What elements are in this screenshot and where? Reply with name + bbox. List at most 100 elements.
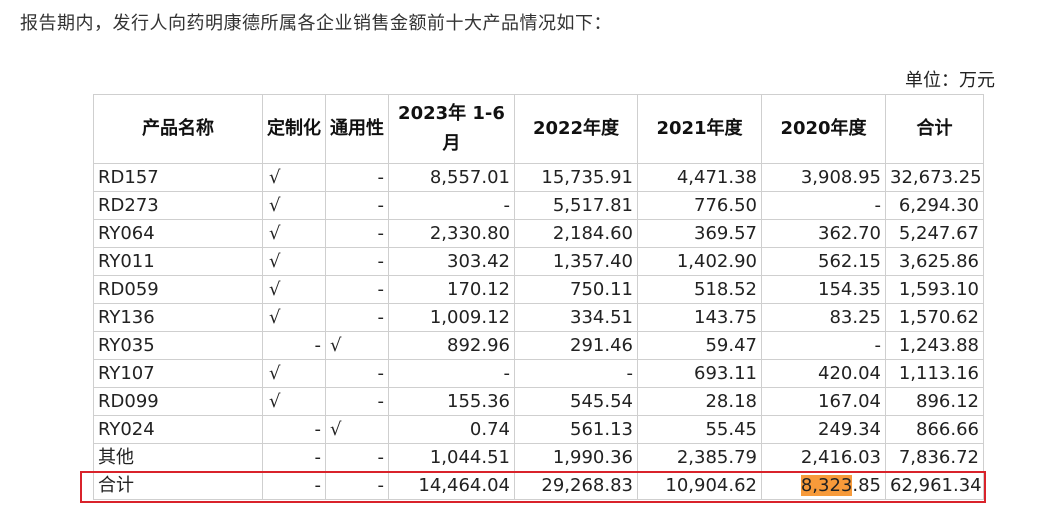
total-row: 合计 - - 14,464.04 29,268.83 10,904.62 8,3… bbox=[93, 471, 984, 500]
cell-2022: 1,357.40 bbox=[514, 247, 638, 276]
cell-2021: 10,904.62 bbox=[637, 471, 762, 500]
cell-2022: 334.51 bbox=[514, 303, 638, 332]
cell-2023h1: 892.96 bbox=[388, 331, 515, 360]
cell-2020: 562.15 bbox=[761, 247, 886, 276]
table-row: RY011 √ - 303.42 1,357.40 1,402.90 562.1… bbox=[93, 247, 984, 276]
cell-2023h1: 1,009.12 bbox=[388, 303, 515, 332]
cell-2021: 776.50 bbox=[637, 191, 762, 220]
cell-2021: 1,402.90 bbox=[637, 247, 762, 276]
cell-name: RY011 bbox=[93, 247, 263, 276]
cell-2023h1: 155.36 bbox=[388, 387, 515, 416]
cell-name: RY107 bbox=[93, 359, 263, 388]
cell-2021: 59.47 bbox=[637, 331, 762, 360]
cell-2021: 369.57 bbox=[637, 219, 762, 248]
cell-name: 合计 bbox=[93, 471, 263, 500]
cell-2023h1: - bbox=[388, 191, 515, 220]
cell-sum: 896.12 bbox=[885, 387, 984, 416]
cell-2023h1: 303.42 bbox=[388, 247, 515, 276]
cell-name: RY035 bbox=[93, 331, 263, 360]
header-2020: 2020年度 bbox=[761, 94, 886, 164]
cell-custom: √ bbox=[262, 359, 326, 388]
cell-2022: 1,990.36 bbox=[514, 443, 638, 472]
cell-name: RY024 bbox=[93, 415, 263, 444]
cell-2020: 154.35 bbox=[761, 275, 886, 304]
cell-2020-rest: .85 bbox=[852, 475, 881, 496]
cell-custom: - bbox=[262, 443, 326, 472]
table-row: RY064 √ - 2,330.80 2,184.60 369.57 362.7… bbox=[93, 219, 984, 248]
cell-2023h1: 1,044.51 bbox=[388, 443, 515, 472]
cell-name: RY136 bbox=[93, 303, 263, 332]
cell-general: - bbox=[325, 275, 389, 304]
cell-custom: - bbox=[262, 415, 326, 444]
cell-2022: 561.13 bbox=[514, 415, 638, 444]
cell-2023h1: 170.12 bbox=[388, 275, 515, 304]
cell-sum: 7,836.72 bbox=[885, 443, 984, 472]
cell-general: - bbox=[325, 443, 389, 472]
cell-general: - bbox=[325, 163, 389, 192]
cell-custom: √ bbox=[262, 387, 326, 416]
cell-general: - bbox=[325, 247, 389, 276]
intro-text: 报告期内，发行人向药明康德所属各企业销售金额前十大产品情况如下： bbox=[20, 13, 612, 34]
table-row: RY107 √ - - - 693.11 420.04 1,113.16 bbox=[93, 359, 984, 388]
table-row: RD157 √ - 8,557.01 15,735.91 4,471.38 3,… bbox=[93, 163, 984, 192]
cell-2021: 693.11 bbox=[637, 359, 762, 388]
cell-2021: 2,385.79 bbox=[637, 443, 762, 472]
cell-general: - bbox=[325, 191, 389, 220]
header-2023h1: 2023年 1-6月 bbox=[388, 94, 515, 164]
cell-name: RY064 bbox=[93, 219, 263, 248]
table-row: RD099 √ - 155.36 545.54 28.18 167.04 896… bbox=[93, 387, 984, 416]
cell-general: - bbox=[325, 359, 389, 388]
cell-2022: 750.11 bbox=[514, 275, 638, 304]
search-highlight: 8,323 bbox=[800, 475, 853, 496]
header-product-name: 产品名称 bbox=[93, 94, 263, 164]
cell-2020: 83.25 bbox=[761, 303, 886, 332]
cell-general: - bbox=[325, 303, 389, 332]
header-total: 合计 bbox=[885, 94, 984, 164]
header-2022: 2022年度 bbox=[514, 94, 638, 164]
cell-name: RD099 bbox=[93, 387, 263, 416]
cell-2023h1: - bbox=[388, 359, 515, 388]
cell-sum: 3,625.86 bbox=[885, 247, 984, 276]
cell-2022: 15,735.91 bbox=[514, 163, 638, 192]
cell-2021: 28.18 bbox=[637, 387, 762, 416]
cell-2022: 545.54 bbox=[514, 387, 638, 416]
table-row: RY024 - √ 0.74 561.13 55.45 249.34 866.6… bbox=[93, 415, 984, 444]
cell-custom: - bbox=[262, 471, 326, 500]
cell-2020: 167.04 bbox=[761, 387, 886, 416]
cell-sum: 1,243.88 bbox=[885, 331, 984, 360]
unit-label: 单位：万元 bbox=[905, 70, 995, 91]
cell-2020: 3,908.95 bbox=[761, 163, 886, 192]
header-custom: 定制化 bbox=[262, 94, 326, 164]
cell-2020: - bbox=[761, 191, 886, 220]
cell-custom: √ bbox=[262, 247, 326, 276]
header-row: 产品名称 定制化 通用性 2023年 1-6月 2022年度 2021年度 20… bbox=[93, 94, 984, 164]
cell-2020: 8,323.85 bbox=[761, 471, 886, 500]
header-general: 通用性 bbox=[325, 94, 389, 164]
cell-custom: √ bbox=[262, 163, 326, 192]
cell-sum: 1,593.10 bbox=[885, 275, 984, 304]
cell-general: √ bbox=[325, 331, 389, 360]
cell-general: - bbox=[325, 387, 389, 416]
table-row: 其他 - - 1,044.51 1,990.36 2,385.79 2,416.… bbox=[93, 443, 984, 472]
cell-2021: 4,471.38 bbox=[637, 163, 762, 192]
table-row: RY035 - √ 892.96 291.46 59.47 - 1,243.88 bbox=[93, 331, 984, 360]
table-row: RD059 √ - 170.12 750.11 518.52 154.35 1,… bbox=[93, 275, 984, 304]
cell-sum: 62,961.34 bbox=[885, 471, 984, 500]
cell-2020: - bbox=[761, 331, 886, 360]
sales-table: 产品名称 定制化 通用性 2023年 1-6月 2022年度 2021年度 20… bbox=[93, 94, 984, 500]
cell-custom: √ bbox=[262, 219, 326, 248]
cell-2023h1: 2,330.80 bbox=[388, 219, 515, 248]
cell-custom: √ bbox=[262, 191, 326, 220]
cell-sum: 1,570.62 bbox=[885, 303, 984, 332]
table-row: RD273 √ - - 5,517.81 776.50 - 6,294.30 bbox=[93, 191, 984, 220]
cell-2021: 55.45 bbox=[637, 415, 762, 444]
cell-general: - bbox=[325, 219, 389, 248]
cell-2022: 2,184.60 bbox=[514, 219, 638, 248]
cell-custom: √ bbox=[262, 303, 326, 332]
cell-2023h1: 8,557.01 bbox=[388, 163, 515, 192]
table-row: RY136 √ - 1,009.12 334.51 143.75 83.25 1… bbox=[93, 303, 984, 332]
cell-2021: 143.75 bbox=[637, 303, 762, 332]
cell-sum: 6,294.30 bbox=[885, 191, 984, 220]
cell-custom: - bbox=[262, 331, 326, 360]
cell-2020: 249.34 bbox=[761, 415, 886, 444]
